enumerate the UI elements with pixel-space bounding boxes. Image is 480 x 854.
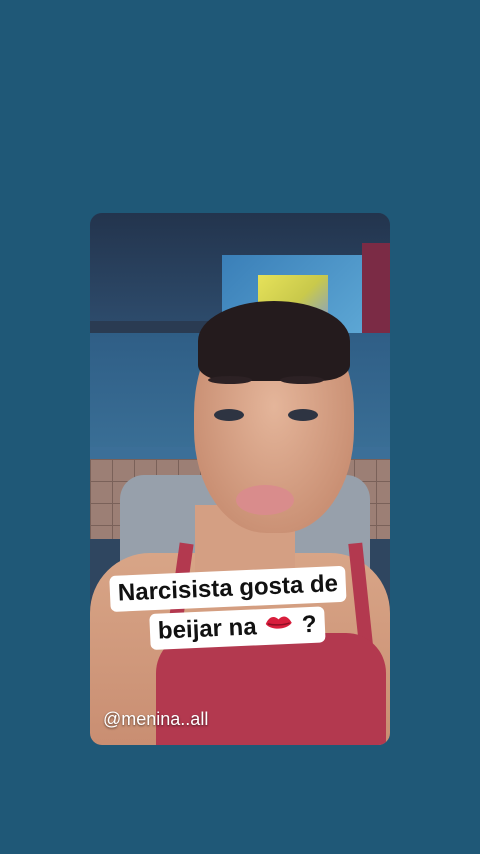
video-frame[interactable] bbox=[90, 213, 390, 745]
username-watermark: @menina..all bbox=[103, 709, 209, 729]
lips bbox=[236, 485, 294, 515]
person-hair bbox=[198, 301, 350, 381]
eye bbox=[214, 409, 244, 421]
video-scene bbox=[90, 213, 390, 745]
eye bbox=[288, 409, 318, 421]
eyebrow bbox=[208, 376, 252, 384]
eyebrow bbox=[280, 376, 324, 384]
